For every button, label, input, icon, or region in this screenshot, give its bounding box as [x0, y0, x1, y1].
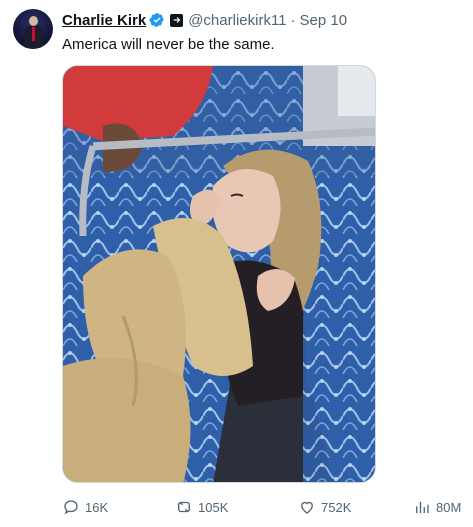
heart-icon — [301, 501, 313, 514]
photo-illustration — [63, 66, 375, 482]
reply-count: 16K — [85, 499, 109, 515]
repost-count: 105K — [198, 499, 229, 515]
affiliate-badge-icon[interactable] — [170, 13, 184, 27]
author-handle[interactable]: @charliekirk11 — [188, 12, 286, 29]
verified-badge-icon — [149, 12, 165, 28]
tweet-text: America will never be the same. — [62, 36, 275, 53]
views-count: 80M — [436, 499, 462, 515]
tweet-actions: 16K 105K 752K 80M — [62, 496, 462, 518]
separator-dot: · — [290, 11, 296, 29]
like-button[interactable]: 752K — [298, 496, 351, 518]
repost-icon — [177, 501, 191, 513]
reply-icon — [64, 500, 78, 515]
avatar-figure-head — [29, 16, 38, 26]
views-bar-chart-icon — [416, 501, 429, 513]
like-count: 752K — [321, 499, 352, 515]
tweet-card[interactable]: Charlie Kirk @charliekirk11 · Sep 10 Ame… — [0, 0, 473, 527]
tweet-media-photo[interactable] — [62, 65, 376, 483]
tweet-date[interactable]: Sep 10 — [300, 12, 348, 29]
views-button[interactable]: 80M — [413, 496, 461, 518]
tweet-header: Charlie Kirk @charliekirk11 · Sep 10 — [62, 10, 347, 30]
avatar[interactable] — [13, 9, 53, 49]
avatar-figure-tie — [32, 27, 35, 41]
repost-button[interactable]: 105K — [175, 496, 228, 518]
reply-button[interactable]: 16K — [62, 496, 108, 518]
author-name[interactable]: Charlie Kirk — [62, 12, 146, 29]
